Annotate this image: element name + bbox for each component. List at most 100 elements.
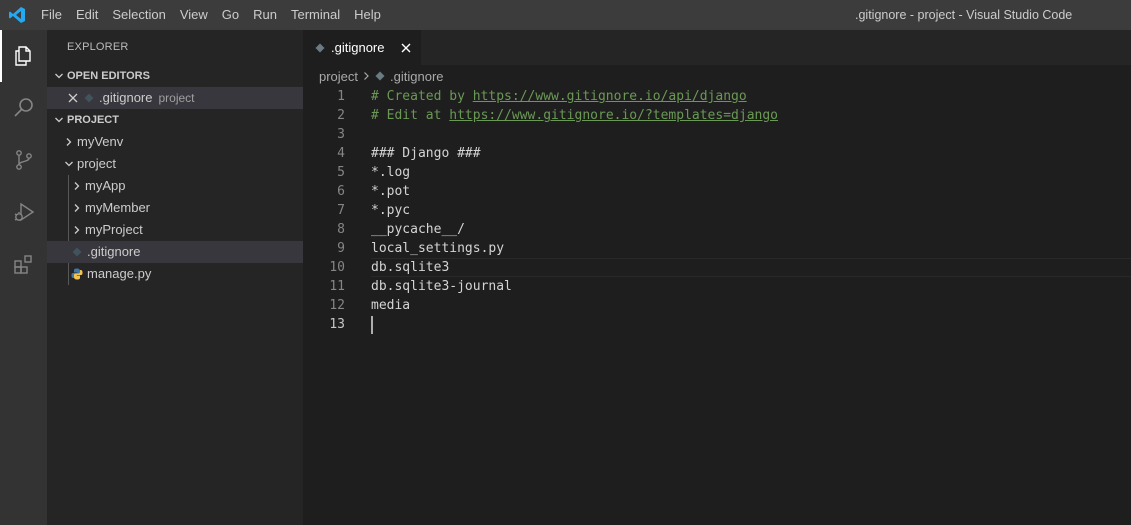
code-line: 1 # Created by https://www.gitignore.io/… bbox=[303, 87, 1131, 106]
activity-bar bbox=[0, 30, 47, 525]
close-icon[interactable] bbox=[401, 43, 411, 53]
tree-item-gitignore[interactable]: .gitignore bbox=[47, 241, 303, 263]
code-line-current: 13 bbox=[303, 315, 1131, 334]
line-number: 1 bbox=[337, 89, 345, 104]
line-number: 10 bbox=[329, 260, 345, 275]
chevron-right-icon bbox=[61, 131, 77, 153]
menu-selection[interactable]: Selection bbox=[105, 0, 172, 30]
tree-item-project[interactable]: project bbox=[47, 153, 303, 175]
chevron-right-icon bbox=[362, 71, 371, 81]
menu-run[interactable]: Run bbox=[246, 0, 284, 30]
line-number: 5 bbox=[337, 165, 345, 180]
tree-item-myapp[interactable]: myApp bbox=[47, 175, 303, 197]
comment-text: # Created by bbox=[371, 89, 473, 104]
explorer-sidebar: EXPLORER OPEN EDITORS .gitignore project… bbox=[47, 30, 303, 525]
menu-edit[interactable]: Edit bbox=[69, 0, 105, 30]
code-line: 12 media bbox=[303, 296, 1131, 315]
search-icon[interactable] bbox=[0, 82, 47, 134]
chevron-down-icon bbox=[61, 153, 77, 175]
line-number: 9 bbox=[337, 241, 345, 256]
chevron-right-icon bbox=[69, 175, 85, 197]
git-file-icon bbox=[69, 241, 85, 263]
chevron-down-icon bbox=[51, 115, 67, 125]
code-line: 9 local_settings.py bbox=[303, 239, 1131, 258]
breadcrumb-item-file[interactable]: .gitignore bbox=[390, 69, 443, 84]
window-title: .gitignore - project - Visual Studio Cod… bbox=[855, 8, 1073, 22]
tree-item-myvenv[interactable]: myVenv bbox=[47, 131, 303, 153]
tab-label: .gitignore bbox=[331, 40, 385, 55]
editor-area: .gitignore project .gitignore 1 # Create… bbox=[303, 30, 1131, 525]
tree-item-label: myApp bbox=[85, 178, 126, 193]
source-control-icon[interactable] bbox=[0, 134, 47, 186]
line-content: __pycache__/ bbox=[371, 222, 465, 237]
line-content bbox=[345, 315, 371, 334]
line-content bbox=[345, 125, 371, 144]
tree-item-label: myVenv bbox=[77, 134, 124, 149]
run-debug-icon[interactable] bbox=[0, 186, 47, 238]
line-content: ### Django ### bbox=[371, 146, 481, 161]
tab-gitignore[interactable]: .gitignore bbox=[303, 30, 421, 65]
line-number: 13 bbox=[329, 317, 345, 332]
line-content: *.pot bbox=[371, 184, 411, 199]
tree-item-mymember[interactable]: myMember bbox=[47, 197, 303, 219]
project-children: myApp myMember myProject .gitignore mana… bbox=[47, 175, 303, 285]
menu-terminal[interactable]: Terminal bbox=[284, 0, 347, 30]
git-file-icon bbox=[315, 43, 325, 53]
comment-link[interactable]: https://www.gitignore.io/api/django bbox=[473, 89, 747, 104]
explorer-icon[interactable] bbox=[0, 30, 47, 82]
python-file-icon bbox=[69, 263, 85, 285]
code-editor[interactable]: 1 # Created by https://www.gitignore.io/… bbox=[303, 87, 1131, 334]
code-line: 10 db.sqlite3 bbox=[303, 258, 1131, 277]
line-content: db.sqlite3-journal bbox=[371, 279, 512, 294]
menu-view[interactable]: View bbox=[173, 0, 215, 30]
breadcrumb-item-project[interactable]: project bbox=[319, 69, 358, 84]
line-content: # Edit at https://www.gitignore.io/?temp… bbox=[345, 106, 778, 125]
tree-item-label: myProject bbox=[85, 222, 143, 237]
menu-bar: File Edit Selection View Go Run Terminal… bbox=[34, 0, 388, 30]
comment-link[interactable]: https://www.gitignore.io/?templates=djan… bbox=[449, 108, 778, 123]
tree-item-label: .gitignore bbox=[87, 244, 141, 259]
line-number: 7 bbox=[337, 203, 345, 218]
comment-text: # Edit at bbox=[371, 108, 450, 123]
chevron-right-icon bbox=[69, 197, 85, 219]
menu-file[interactable]: File bbox=[34, 0, 69, 30]
line-content: media bbox=[371, 298, 411, 313]
git-file-icon bbox=[81, 87, 97, 109]
code-line: 11 db.sqlite3-journal bbox=[303, 277, 1131, 296]
line-content: # Created by https://www.gitignore.io/ap… bbox=[345, 87, 747, 106]
code-line: 6 *.pot bbox=[303, 182, 1131, 201]
tree-item-manage-py[interactable]: manage.py bbox=[47, 263, 303, 285]
line-number: 6 bbox=[337, 184, 345, 199]
menu-help[interactable]: Help bbox=[347, 0, 388, 30]
git-file-icon bbox=[375, 71, 385, 81]
line-number: 11 bbox=[329, 279, 345, 294]
tree-item-myproject[interactable]: myProject bbox=[47, 219, 303, 241]
line-number: 4 bbox=[337, 146, 345, 161]
code-line: 4 ### Django ### bbox=[303, 144, 1131, 163]
open-editors-header[interactable]: OPEN EDITORS bbox=[47, 65, 303, 87]
open-editor-item-gitignore[interactable]: .gitignore project bbox=[47, 87, 303, 109]
project-header[interactable]: PROJECT bbox=[47, 109, 303, 131]
line-content: *.pyc bbox=[371, 203, 411, 218]
open-editor-filename: .gitignore bbox=[99, 90, 153, 105]
extensions-icon[interactable] bbox=[0, 238, 47, 290]
line-number: 12 bbox=[329, 298, 345, 313]
breadcrumb: project .gitignore bbox=[303, 65, 1131, 87]
text-cursor bbox=[371, 316, 373, 334]
code-line: 8 __pycache__/ bbox=[303, 220, 1131, 239]
vscode-logo-icon bbox=[0, 0, 34, 30]
chevron-right-icon bbox=[69, 219, 85, 241]
sidebar-title: EXPLORER bbox=[67, 41, 129, 53]
code-line: 7 *.pyc bbox=[303, 201, 1131, 220]
tree-item-label: manage.py bbox=[87, 266, 152, 281]
line-number: 3 bbox=[337, 127, 345, 142]
project-label: PROJECT bbox=[67, 114, 119, 126]
close-icon[interactable] bbox=[65, 87, 81, 109]
tree-item-label: myMember bbox=[85, 200, 151, 215]
menu-go[interactable]: Go bbox=[215, 0, 246, 30]
code-line: 2 # Edit at https://www.gitignore.io/?te… bbox=[303, 106, 1131, 125]
code-line: 5 *.log bbox=[303, 163, 1131, 182]
open-editors-label: OPEN EDITORS bbox=[67, 70, 150, 82]
open-editor-description: project bbox=[158, 91, 195, 105]
line-content: db.sqlite3 bbox=[371, 260, 450, 275]
